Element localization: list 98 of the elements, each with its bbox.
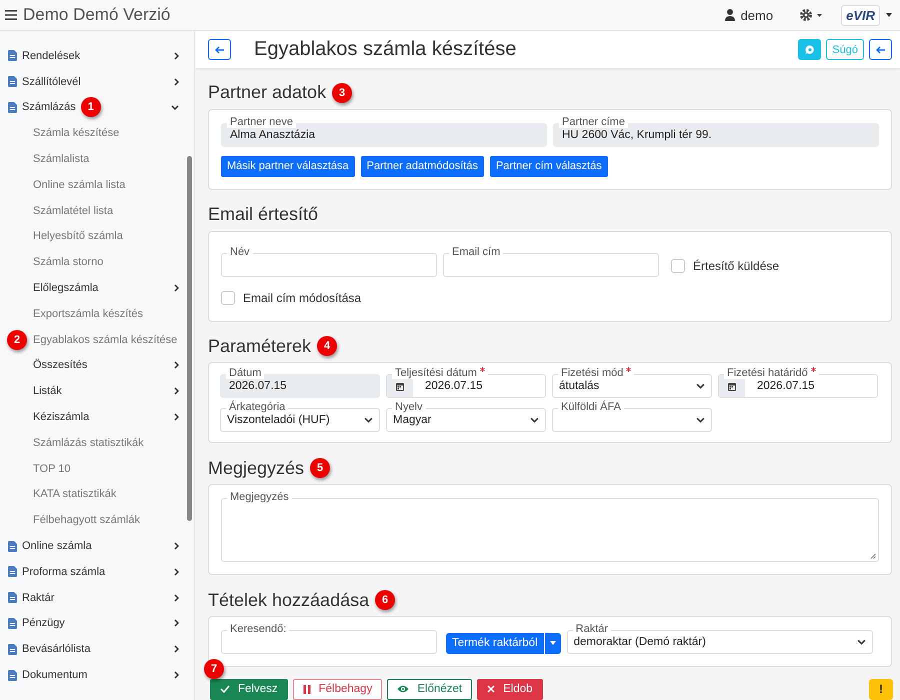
arrow-left-icon xyxy=(214,46,224,54)
step-marker: 5 xyxy=(310,458,330,478)
section-heading: Tételek hozzáadása xyxy=(208,590,370,611)
menu-icon[interactable] xyxy=(5,10,17,20)
submenu-item[interactable]: Félbehagyott számlák xyxy=(0,507,194,534)
chevron-right-icon xyxy=(174,78,179,86)
sidebar-item[interactable]: Pénzügy xyxy=(0,610,194,636)
document-icon xyxy=(8,76,17,88)
sidebar-item[interactable]: Bevásárlólista xyxy=(0,636,194,662)
eye-icon xyxy=(397,685,410,694)
chevron-right-icon xyxy=(174,645,179,654)
chevron-right-icon xyxy=(174,594,179,602)
partner-action-button[interactable]: Másik partner választása xyxy=(221,156,355,177)
partner-action-button[interactable]: Partner cím választás xyxy=(490,156,608,177)
partner-action-button[interactable]: Partner adatmódosítás xyxy=(360,156,484,177)
submenu-item[interactable]: Számlatétel lista xyxy=(0,198,194,224)
calendar-icon xyxy=(728,382,736,391)
sidebar-item[interactable]: Dokumentum xyxy=(0,662,194,688)
submenu-item[interactable]: 2 Egyablakos számla készítése xyxy=(0,326,194,353)
document-icon xyxy=(8,566,17,578)
document-icon xyxy=(8,592,17,604)
document-icon xyxy=(8,50,17,62)
save-button[interactable]: Felvesz xyxy=(210,678,288,700)
check-icon xyxy=(220,685,230,694)
user-name[interactable]: demo xyxy=(740,8,774,22)
chevron-down-icon xyxy=(696,417,705,424)
section-heading: Partner adatok xyxy=(208,82,326,104)
product-source-button[interactable]: Termék raktárból xyxy=(446,632,544,654)
sidebar-item[interactable]: Raktár xyxy=(0,584,194,611)
back-button[interactable] xyxy=(869,39,892,60)
logo[interactable]: eVIR xyxy=(841,4,880,26)
sidebar-item[interactable]: Proforma számla xyxy=(0,558,194,585)
chevron-down-icon xyxy=(530,417,539,424)
settings-icon[interactable] xyxy=(799,8,824,22)
discard-button[interactable]: Eldob xyxy=(477,678,543,700)
chevron-right-icon xyxy=(174,361,179,370)
submenu-item[interactable]: Előlegszámla xyxy=(0,275,194,301)
chevron-right-icon xyxy=(174,568,179,576)
chevron-down-icon xyxy=(171,104,179,110)
step-marker: 1 xyxy=(80,97,101,118)
chevron-down-icon xyxy=(856,638,866,645)
submenu-item[interactable]: Helyesbítő számla xyxy=(0,224,194,250)
submenu-item[interactable]: Összesítés xyxy=(0,352,194,378)
chevron-right-icon xyxy=(174,671,179,680)
step-marker: 7 xyxy=(204,658,224,679)
caret-icon[interactable] xyxy=(886,13,892,17)
checkbox[interactable]: Értesítő küldése xyxy=(671,254,780,277)
scrollbar[interactable] xyxy=(187,156,192,521)
submenu-item[interactable]: Kéziszámla xyxy=(0,404,194,430)
document-icon xyxy=(8,670,17,681)
back-button[interactable] xyxy=(208,39,231,60)
preview-button[interactable]: Előnézet xyxy=(387,678,472,700)
calendar-icon xyxy=(396,382,404,391)
step-marker: 3 xyxy=(332,82,352,103)
pause-button[interactable]: Félbehagy xyxy=(292,678,382,700)
submenu-item[interactable]: Számla storno xyxy=(0,249,194,276)
resize-grip-icon xyxy=(870,553,876,560)
document-icon xyxy=(8,102,17,113)
submenu-item[interactable]: KATA statisztikák xyxy=(0,482,194,508)
chevron-right-icon xyxy=(174,413,179,422)
caret-icon xyxy=(550,641,556,646)
app-title: Demo Demó Verzió xyxy=(23,5,170,25)
close-icon xyxy=(487,685,496,694)
checkbox[interactable]: Email cím módosítása xyxy=(221,286,362,309)
document-icon xyxy=(8,618,17,629)
page-title: Egyablakos számla készítése xyxy=(254,38,516,61)
document-icon xyxy=(8,540,17,552)
chevron-right-icon xyxy=(174,619,179,628)
section-heading: Email értesítő xyxy=(208,204,318,226)
sidebar-item[interactable]: Online számla xyxy=(0,533,194,559)
sidebar-item[interactable]: Számlázás 1 xyxy=(0,94,194,120)
pause-icon xyxy=(302,684,311,694)
chevron-down-icon xyxy=(696,383,705,390)
warning-button[interactable]: ! xyxy=(869,678,893,700)
dropdown-toggle[interactable] xyxy=(544,632,561,654)
step-marker: 6 xyxy=(375,590,396,610)
sidebar-item[interactable]: Szállítólevél xyxy=(0,68,194,95)
chevron-right-icon xyxy=(174,284,179,292)
user-icon xyxy=(724,9,735,21)
chat-bubble-icon xyxy=(804,44,815,54)
submenu-item[interactable]: Listák xyxy=(0,378,194,404)
chevron-right-icon xyxy=(174,52,179,60)
sidebar-item[interactable]: Rendelések xyxy=(0,43,194,69)
section-heading: Megjegyzés xyxy=(208,458,304,479)
chevron-right-icon xyxy=(174,542,179,550)
submenu-item[interactable]: TOP 10 xyxy=(0,456,194,482)
submenu-item[interactable]: Online számla lista xyxy=(0,172,194,198)
submenu-item[interactable]: Exportszámla készítés xyxy=(0,300,194,327)
section-heading: Paraméterek xyxy=(208,336,312,357)
submenu-item[interactable]: Számlalista xyxy=(0,146,194,172)
chevron-down-icon xyxy=(364,417,373,424)
step-marker: 4 xyxy=(317,336,338,356)
step-marker: 2 xyxy=(7,330,27,350)
submenu-item[interactable]: Számlázás statisztikák xyxy=(0,430,194,456)
document-icon xyxy=(8,644,17,655)
submenu-item[interactable]: Számla készítése xyxy=(0,120,194,146)
arrow-left-icon xyxy=(876,46,886,54)
chevron-right-icon xyxy=(174,387,179,396)
